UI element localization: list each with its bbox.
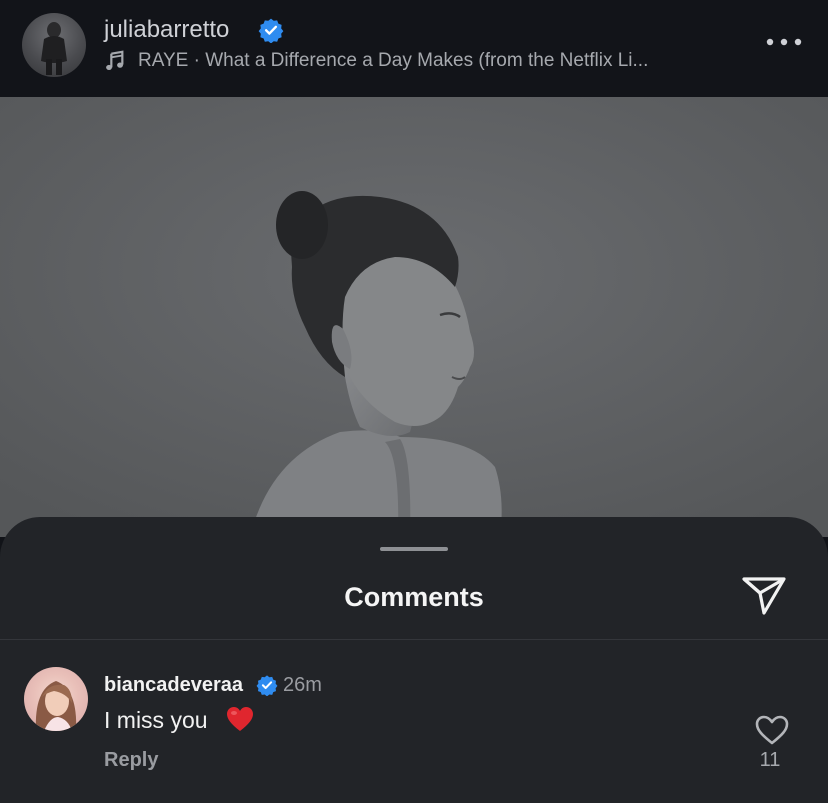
verified-badge-icon	[258, 18, 284, 43]
reply-button[interactable]: Reply	[104, 748, 158, 772]
comment-text: I miss you	[104, 707, 208, 733]
music-note-icon	[106, 50, 124, 70]
divider	[0, 639, 828, 640]
sheet-drag-handle[interactable]	[380, 547, 448, 551]
send-icon[interactable]	[740, 573, 788, 617]
heart-outline-icon[interactable]	[754, 714, 790, 746]
commenter-avatar[interactable]	[24, 667, 88, 731]
post-photo	[0, 97, 828, 537]
like-count: 11	[759, 749, 781, 771]
verified-badge-icon	[256, 675, 278, 696]
avatar[interactable]	[22, 13, 86, 77]
song-title[interactable]: RAYE · What a Difference a Day Makes (fr…	[138, 49, 718, 73]
more-horizontal-icon[interactable]	[764, 34, 804, 50]
comment-timestamp: 26m	[283, 674, 322, 696]
avatar-image	[41, 22, 67, 75]
comments-sheet: Comments biancadeveraa 26m I miss you Re…	[0, 517, 828, 803]
portrait-image	[0, 97, 828, 537]
red-heart-emoji	[227, 707, 253, 731]
sheet-title: Comments	[344, 582, 484, 612]
post-username[interactable]: juliabarretto	[104, 16, 229, 44]
commenter-avatar-image	[35, 681, 77, 731]
commenter-username[interactable]: biancadeveraa	[104, 673, 243, 697]
post-header: juliabarretto RAYE · What a Difference a…	[0, 0, 828, 97]
